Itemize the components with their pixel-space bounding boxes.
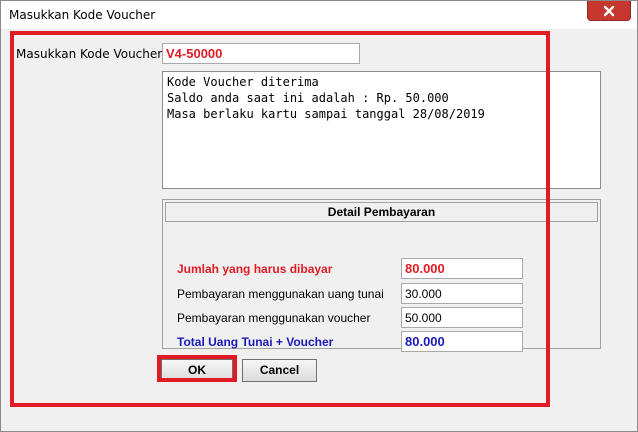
dialog-window: Masukkan Kode Voucher Masukkan Kode Vouc… [0, 0, 638, 432]
highlight-frame-ok [157, 355, 237, 382]
window-title: Masukkan Kode Voucher [9, 8, 156, 22]
close-button[interactable] [587, 1, 631, 21]
dialog-body: Masukkan Kode Voucher Kode Voucher diter… [2, 29, 636, 431]
close-icon [603, 5, 615, 17]
title-bar[interactable]: Masukkan Kode Voucher [1, 1, 637, 29]
highlight-frame-dialog [10, 31, 550, 407]
